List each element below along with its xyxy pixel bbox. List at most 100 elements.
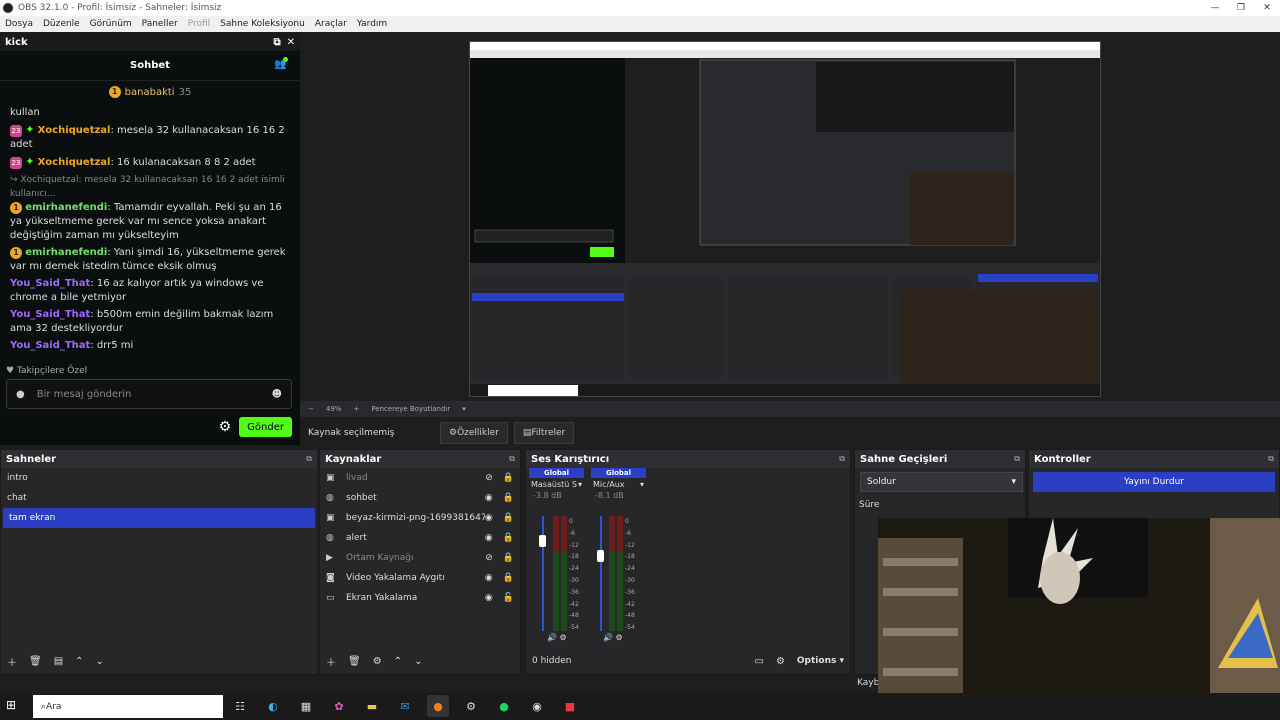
volume-knob[interactable] xyxy=(539,535,546,548)
hidden-count[interactable]: 0 hidden xyxy=(532,656,571,666)
dock-float-icon[interactable]: ⧉ xyxy=(839,454,845,464)
settings-icon[interactable]: ⚙ xyxy=(460,695,482,717)
eye-hidden-icon[interactable]: ⊘ xyxy=(485,553,493,563)
chat-settings-icon[interactable]: ⚙ xyxy=(219,419,232,435)
source-item[interactable]: ▣ livad ⊘ 🔒 xyxy=(320,468,520,488)
eye-icon[interactable]: ◉ xyxy=(485,513,493,523)
eye-icon[interactable]: ◉ xyxy=(485,593,493,603)
layout-icon[interactable]: ▭ xyxy=(754,656,763,667)
store-icon[interactable]: ▦ xyxy=(295,695,317,717)
gear-icon[interactable]: ⚙ xyxy=(560,633,567,642)
undock-icon[interactable]: ⧉ xyxy=(273,37,280,48)
eye-icon[interactable]: ◉ xyxy=(485,573,493,583)
channel-name-row[interactable]: Mic/Aux ▾ xyxy=(591,478,646,491)
chevron-down-icon[interactable]: ▾ xyxy=(462,405,466,413)
add-icon[interactable]: ＋ xyxy=(7,654,17,669)
lock-icon[interactable]: 🔒 xyxy=(503,513,514,523)
spotify-icon[interactable]: ● xyxy=(493,695,515,717)
menu-docks[interactable]: Paneller xyxy=(137,19,183,29)
source-item[interactable]: ▶ Ortam Kaynağı ⊘ 🔒 xyxy=(320,548,520,568)
emote-toggle-icon[interactable]: ● xyxy=(16,389,25,400)
task-view-icon[interactable]: ☷ xyxy=(229,695,251,717)
move-up-icon[interactable]: ⌃ xyxy=(75,656,83,667)
source-item[interactable]: ▣ beyaz-kirmizi-png-1699381647670.p◉ 🔒 xyxy=(320,508,520,528)
lock-icon[interactable]: 🔒 xyxy=(503,553,514,563)
gear-icon[interactable]: ⚙ xyxy=(616,633,623,642)
taskbar-search[interactable]: ⌕ Ara xyxy=(33,695,223,718)
lock-icon[interactable]: 🔒 xyxy=(503,493,514,503)
delete-icon[interactable]: 🗑 xyxy=(29,656,42,667)
menu-view[interactable]: Görünüm xyxy=(85,19,137,29)
firefox-icon[interactable]: ● xyxy=(427,695,449,717)
channel-name-row[interactable]: Masaüstü Ses▾ xyxy=(529,478,584,491)
volume-slider[interactable] xyxy=(542,516,544,631)
zoom-in-icon[interactable]: + xyxy=(353,405,359,413)
speaker-icon[interactable]: 🔊 xyxy=(603,633,613,642)
source-item[interactable]: ◍ alert ◉ 🔒 xyxy=(320,528,520,548)
volume-knob[interactable] xyxy=(597,550,604,563)
volume-slider[interactable] xyxy=(600,516,602,631)
message-user[interactable]: Xochiquetzal xyxy=(38,125,111,136)
chevron-down-icon[interactable]: ▾ xyxy=(640,480,644,489)
source-item[interactable]: ▭ Ekran Yakalama ◉ 🔓 xyxy=(320,588,520,608)
menu-tools[interactable]: Araçlar xyxy=(310,19,352,29)
edge-icon[interactable]: ◐ xyxy=(262,695,284,717)
maximize-icon[interactable]: ❐ xyxy=(1228,3,1254,13)
dock-float-icon[interactable]: ⧉ xyxy=(509,454,515,464)
pinned-user[interactable]: banabakti xyxy=(125,87,175,98)
lock-icon[interactable]: 🔒 xyxy=(503,573,514,583)
app-icon[interactable]: ■ xyxy=(559,695,581,717)
chat-input[interactable]: ● Bir mesaj gönderin ☻ xyxy=(6,379,292,409)
obs-taskbar-icon[interactable]: ◉ xyxy=(526,695,548,717)
menu-file[interactable]: Dosya xyxy=(0,19,38,29)
eye-icon[interactable]: ◉ xyxy=(485,493,493,503)
minimize-icon[interactable]: — xyxy=(1202,3,1228,13)
move-down-icon[interactable]: ⌄ xyxy=(414,656,422,667)
gear-icon[interactable]: ⚙ xyxy=(776,656,785,667)
dock-float-icon[interactable]: ⧉ xyxy=(306,454,312,464)
zoom-out-icon[interactable]: − xyxy=(308,405,314,413)
lock-icon[interactable]: 🔒 xyxy=(503,533,514,543)
scene-item[interactable]: chat xyxy=(1,488,317,508)
move-up-icon[interactable]: ⌃ xyxy=(394,656,402,667)
unlock-icon[interactable]: 🔓 xyxy=(503,593,514,603)
gear-icon[interactable]: ⚙ xyxy=(373,656,382,667)
dock-float-icon[interactable]: ⧉ xyxy=(1014,454,1020,464)
options-button[interactable]: Options ▾ xyxy=(797,656,844,666)
filters-button[interactable]: ▤ Filtreler xyxy=(513,422,575,444)
dock-float-icon[interactable]: ⧉ xyxy=(1268,454,1274,464)
message-user[interactable]: You_Said_That xyxy=(10,278,90,289)
stop-streaming-button[interactable]: Yayını Durdur xyxy=(1033,472,1275,492)
menu-edit[interactable]: Düzenle xyxy=(38,19,85,29)
zoom-mode[interactable]: Pencereye Boyutlandır xyxy=(371,405,450,413)
close-icon[interactable]: ✕ xyxy=(1254,3,1280,13)
add-icon[interactable]: ＋ xyxy=(326,654,336,669)
message-user[interactable]: emirhanefendi xyxy=(25,247,107,258)
properties-button[interactable]: ⚙ Özellikler xyxy=(440,422,508,444)
source-item[interactable]: ◙ Video Yakalama Aygıtı ◉ 🔒 xyxy=(320,568,520,588)
lock-icon[interactable]: 🔒 xyxy=(503,473,514,483)
mail-icon[interactable]: ✉ xyxy=(394,695,416,717)
eye-hidden-icon[interactable]: ⊘ xyxy=(485,473,493,483)
preview-canvas[interactable] xyxy=(469,41,1101,397)
reply-reference[interactable]: ↪ Xochiquetzal: mesela 32 kullanacaksan … xyxy=(10,173,290,201)
delete-icon[interactable]: 🗑 xyxy=(348,656,361,667)
transition-select[interactable]: Soldur ▾ xyxy=(860,472,1023,492)
filter-icon[interactable]: ▤ xyxy=(54,656,63,667)
emoji-icon[interactable]: ☻ xyxy=(272,389,282,400)
source-item[interactable]: ◍ sohbet ◉ 🔒 xyxy=(320,488,520,508)
file-explorer-icon[interactable]: ▬ xyxy=(361,695,383,717)
menu-scene-collection[interactable]: Sahne Koleksiyonu xyxy=(215,19,310,29)
send-button[interactable]: Gönder xyxy=(239,417,292,437)
eye-icon[interactable]: ◉ xyxy=(485,533,493,543)
speaker-icon[interactable]: 🔊 xyxy=(547,633,557,642)
menu-help[interactable]: Yardım xyxy=(352,19,392,29)
message-user[interactable]: You_Said_That xyxy=(10,309,90,320)
message-user[interactable]: emirhanefendi xyxy=(25,202,107,213)
scene-item-selected[interactable]: tam ekran xyxy=(3,508,315,528)
menu-profile[interactable]: Profil xyxy=(183,19,215,29)
start-icon[interactable]: ⊞ xyxy=(6,698,16,712)
message-user[interactable]: You_Said_That xyxy=(10,340,90,351)
scene-item[interactable]: intro xyxy=(1,468,317,488)
move-down-icon[interactable]: ⌄ xyxy=(96,656,104,667)
